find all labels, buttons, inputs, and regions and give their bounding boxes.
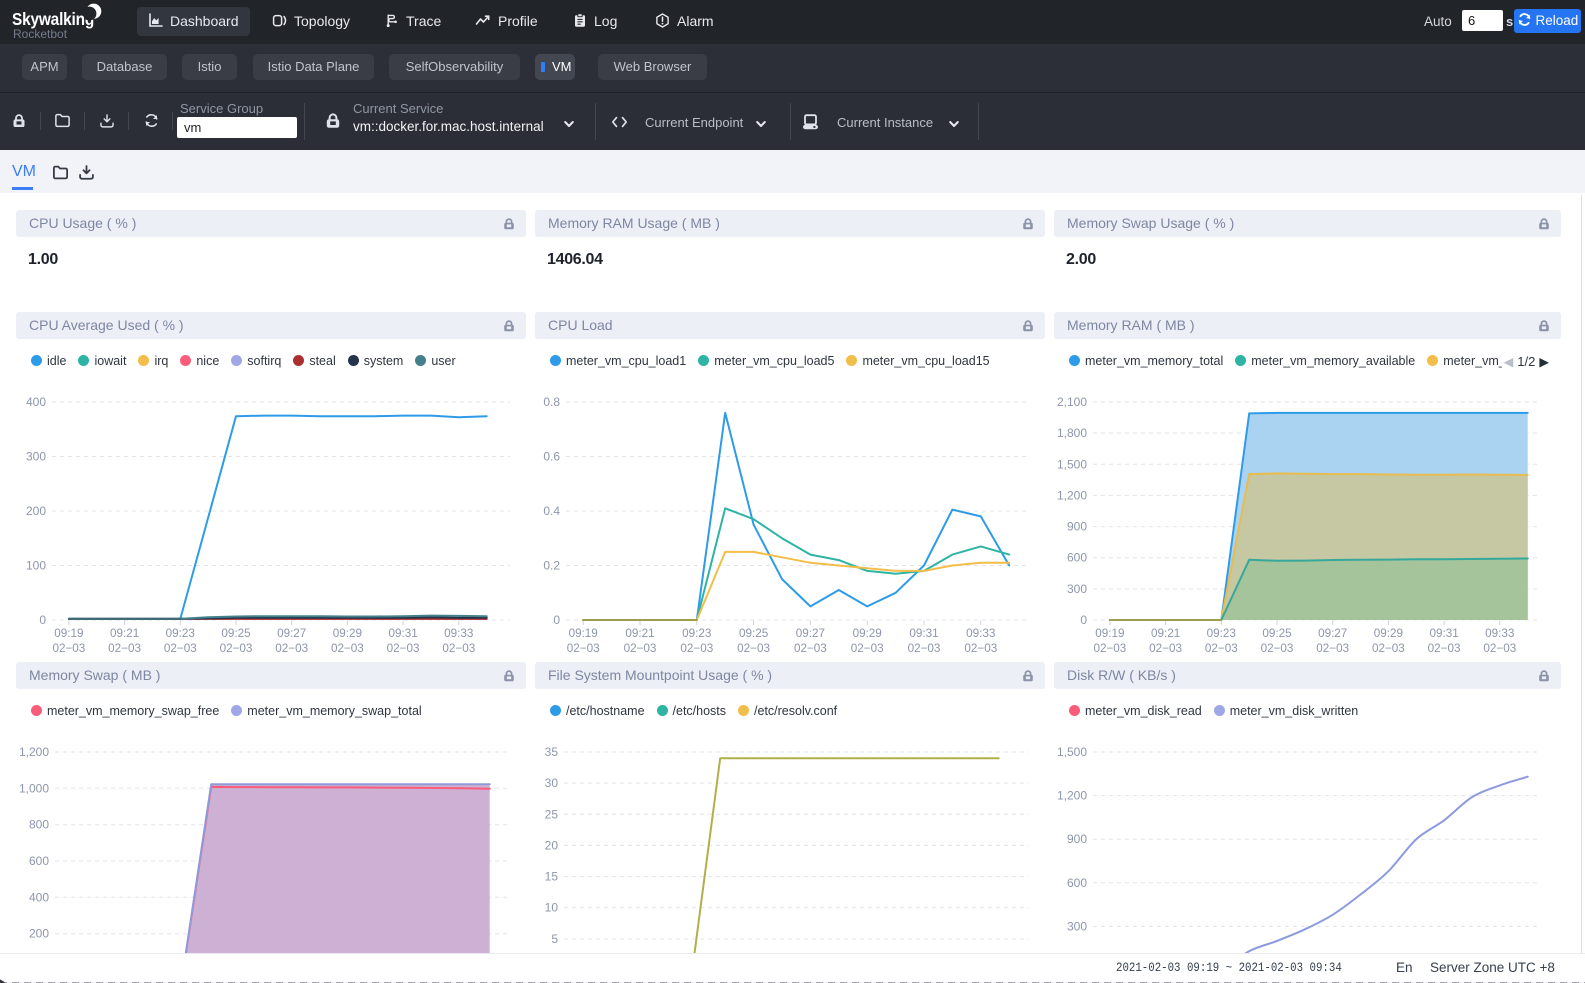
svg-text:02−03: 02−03 [567, 642, 600, 655]
svg-text:2,100: 2,100 [1057, 395, 1087, 409]
svg-text:200: 200 [29, 927, 49, 941]
svg-text:200: 200 [26, 504, 46, 518]
svg-text:09:23: 09:23 [166, 627, 195, 640]
svg-text:02−03: 02−03 [1428, 642, 1461, 655]
svg-text:1,200: 1,200 [19, 745, 49, 759]
svg-text:0.4: 0.4 [543, 504, 560, 518]
svg-text:15: 15 [545, 870, 559, 884]
svg-text:09:33: 09:33 [966, 627, 995, 640]
svg-text:20: 20 [545, 838, 559, 852]
svg-text:02−03: 02−03 [220, 642, 253, 655]
svg-text:02−03: 02−03 [794, 642, 827, 655]
svg-text:02−03: 02−03 [1316, 642, 1349, 655]
svg-text:09:27: 09:27 [277, 627, 306, 640]
svg-text:02−03: 02−03 [624, 642, 657, 655]
svg-text:0.6: 0.6 [543, 450, 560, 464]
svg-text:02−03: 02−03 [908, 642, 941, 655]
svg-text:09:31: 09:31 [909, 627, 938, 640]
svg-text:02−03: 02−03 [1372, 642, 1405, 655]
svg-text:1,200: 1,200 [1057, 789, 1087, 803]
svg-text:02−03: 02−03 [387, 642, 420, 655]
svg-text:02−03: 02−03 [737, 642, 770, 655]
svg-text:600: 600 [1067, 876, 1087, 890]
svg-text:35: 35 [545, 745, 559, 759]
svg-text:0.2: 0.2 [543, 559, 560, 573]
svg-text:900: 900 [1067, 832, 1087, 846]
svg-text:02−03: 02−03 [1483, 642, 1516, 655]
svg-text:09:29: 09:29 [1374, 627, 1403, 640]
svg-text:30: 30 [545, 776, 559, 790]
svg-text:09:31: 09:31 [388, 627, 417, 640]
svg-text:600: 600 [29, 854, 49, 868]
svg-text:02−03: 02−03 [442, 642, 475, 655]
svg-text:0: 0 [39, 613, 46, 627]
svg-text:1,500: 1,500 [1057, 457, 1087, 471]
svg-text:09:25: 09:25 [739, 627, 769, 640]
svg-text:09:29: 09:29 [333, 627, 362, 640]
svg-text:10: 10 [545, 901, 559, 915]
svg-text:300: 300 [26, 450, 46, 464]
svg-text:09:27: 09:27 [796, 627, 825, 640]
svg-text:09:19: 09:19 [1095, 627, 1124, 640]
svg-text:1,000: 1,000 [19, 781, 49, 795]
svg-text:0: 0 [1080, 613, 1087, 627]
svg-text:400: 400 [26, 395, 46, 409]
svg-text:02−03: 02−03 [275, 642, 308, 655]
svg-text:09:23: 09:23 [682, 627, 711, 640]
svg-text:900: 900 [1067, 520, 1087, 534]
svg-text:09:33: 09:33 [444, 627, 473, 640]
svg-text:02−03: 02−03 [680, 642, 713, 655]
svg-text:300: 300 [1067, 582, 1087, 596]
svg-text:09:19: 09:19 [54, 627, 83, 640]
svg-text:09:23: 09:23 [1207, 627, 1236, 640]
svg-text:600: 600 [1067, 551, 1087, 565]
svg-text:09:31: 09:31 [1429, 627, 1458, 640]
svg-text:02−03: 02−03 [52, 642, 85, 655]
svg-text:400: 400 [29, 890, 49, 904]
svg-text:02−03: 02−03 [1149, 642, 1182, 655]
svg-text:02−03: 02−03 [1261, 642, 1294, 655]
svg-text:02−03: 02−03 [851, 642, 884, 655]
svg-text:800: 800 [29, 818, 49, 832]
svg-text:100: 100 [26, 559, 46, 573]
svg-text:02−03: 02−03 [164, 642, 197, 655]
svg-text:09:33: 09:33 [1485, 627, 1514, 640]
svg-text:09:29: 09:29 [853, 627, 882, 640]
svg-text:02−03: 02−03 [331, 642, 364, 655]
svg-text:0: 0 [553, 613, 560, 627]
svg-text:300: 300 [1067, 919, 1087, 933]
svg-text:1,200: 1,200 [1057, 488, 1087, 502]
svg-text:02−03: 02−03 [108, 642, 141, 655]
svg-text:02−03: 02−03 [1205, 642, 1238, 655]
svg-text:1,500: 1,500 [1057, 745, 1087, 759]
svg-text:09:27: 09:27 [1318, 627, 1347, 640]
svg-text:25: 25 [545, 807, 559, 821]
svg-text:1,800: 1,800 [1057, 426, 1087, 440]
svg-text:09:21: 09:21 [110, 627, 139, 640]
svg-text:5: 5 [551, 932, 558, 946]
svg-text:09:21: 09:21 [1151, 627, 1180, 640]
svg-text:02−03: 02−03 [1093, 642, 1126, 655]
svg-text:09:21: 09:21 [625, 627, 654, 640]
svg-text:0.8: 0.8 [543, 395, 560, 409]
svg-text:09:19: 09:19 [569, 627, 598, 640]
svg-text:02−03: 02−03 [964, 642, 997, 655]
svg-text:09:25: 09:25 [1262, 627, 1292, 640]
svg-text:09:25: 09:25 [221, 627, 251, 640]
